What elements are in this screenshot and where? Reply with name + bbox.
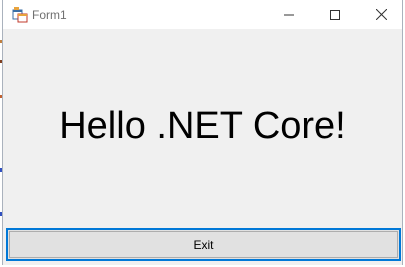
exit-button[interactable]: Exit	[6, 228, 401, 261]
winforms-app-icon	[12, 7, 28, 23]
greeting-label: Hello .NET Core!	[59, 105, 346, 147]
maximize-icon	[330, 9, 340, 20]
form-window: Form1 Hello .NET Core! Exit	[2, 0, 403, 265]
client-area: Hello .NET Core! Exit	[3, 29, 402, 265]
title-bar[interactable]: Form1	[3, 0, 402, 29]
maximize-button[interactable]	[312, 0, 358, 29]
close-button[interactable]	[358, 0, 404, 29]
exit-button-label: Exit	[193, 237, 214, 252]
close-icon	[375, 9, 387, 20]
window-title: Form1	[32, 8, 67, 22]
minimize-icon	[284, 14, 294, 15]
minimize-button[interactable]	[266, 0, 312, 29]
